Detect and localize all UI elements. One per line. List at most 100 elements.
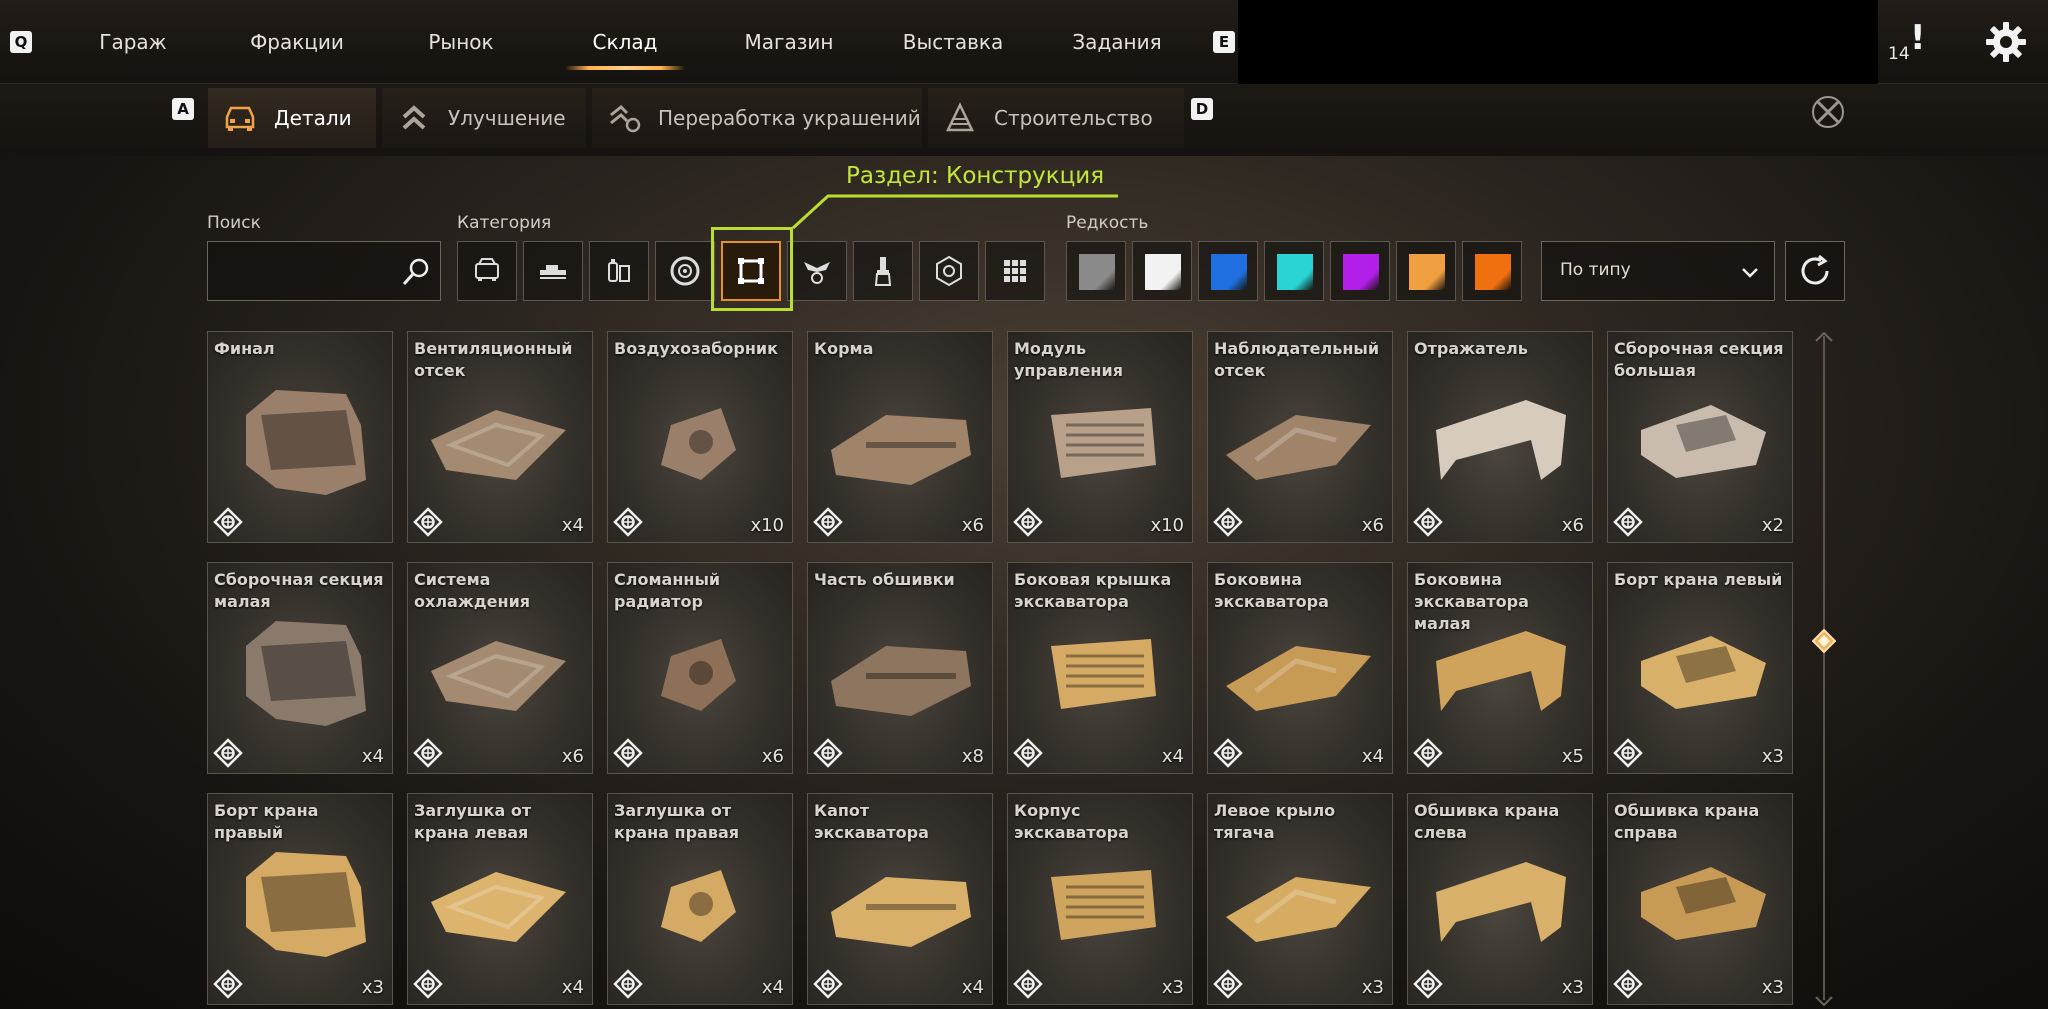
inventory-item-card[interactable]: Боковина экскаватора x4 [1207, 562, 1393, 774]
rarity-swatch [1145, 254, 1181, 290]
item-quantity: x3 [1761, 977, 1784, 998]
rarity-button-4[interactable] [1330, 241, 1390, 301]
item-name: Корма [814, 339, 874, 358]
resource-icon [936, 255, 962, 287]
scrollbar-track[interactable] [1823, 336, 1825, 1000]
item-part-image [431, 872, 566, 942]
recycle-icon [604, 98, 644, 138]
item-name: Борт крана правый [214, 801, 319, 842]
rarity-button-5[interactable] [1396, 241, 1456, 301]
frame-type-icon [213, 738, 243, 768]
inventory-item-card[interactable]: Сборочная секция малая x4 [207, 562, 393, 774]
inventory-item-card[interactable]: Боковая крышка экскаватора x4 [1007, 562, 1193, 774]
item-quantity: x4 [1161, 746, 1184, 767]
item-part-image [1641, 636, 1766, 709]
inventory-item-card[interactable]: Борт крана левый x3 [1607, 562, 1793, 774]
nav-tab-1[interactable]: Фракции [215, 0, 379, 84]
next-tab-key-hint[interactable]: E [1213, 31, 1235, 53]
close-icon[interactable] [1808, 92, 1848, 132]
item-quantity: x4 [561, 977, 584, 998]
item-part-image [246, 621, 366, 726]
inventory-item-card[interactable]: Заглушка от крана левая x4 [407, 793, 593, 1005]
nav-tab-0[interactable]: Гараж [51, 0, 215, 84]
prev-tab-key-hint[interactable]: Q [10, 31, 32, 53]
tab-details[interactable]: Детали [208, 88, 376, 148]
nav-tab-6[interactable]: Задания [1035, 0, 1199, 84]
inventory-item-card[interactable]: Обшивка крана слева x3 [1407, 793, 1593, 1005]
inventory-item-card[interactable]: Левое крыло тягача x3 [1207, 793, 1393, 1005]
all-grid-icon [1004, 260, 1026, 282]
category-button-paint-brush[interactable] [853, 241, 913, 301]
category-button-decor[interactable] [787, 241, 847, 301]
frame-type-icon [1213, 969, 1243, 999]
rarity-button-3[interactable] [1264, 241, 1324, 301]
nav-tab-5[interactable]: Выставка [871, 0, 1035, 84]
inventory-item-card[interactable]: Часть обшивки x8 [807, 562, 993, 774]
category-button-all-grid[interactable] [985, 241, 1045, 301]
item-name: Боковина экскаватора малая [1414, 570, 1529, 633]
rarity-button-1[interactable] [1132, 241, 1192, 301]
rarity-button-0[interactable] [1066, 241, 1126, 301]
inventory-item-card[interactable]: Воздухозаборник x10 [607, 331, 793, 543]
notification-icon[interactable]: ! [1910, 18, 1926, 58]
chevron-down-icon [1742, 268, 1758, 278]
frame-type-icon [613, 507, 643, 537]
tab-construction[interactable]: Строительство [928, 88, 1184, 148]
item-quantity: x2 [1761, 515, 1784, 536]
nav-tab-label: Гараж [99, 30, 167, 54]
category-button-resource[interactable] [919, 241, 979, 301]
category-button-weapon[interactable] [523, 241, 583, 301]
item-name: Боковина экскаватора [1214, 570, 1329, 611]
inventory-item-card[interactable]: Капот экскаватора x4 [807, 793, 993, 1005]
category-button-cabin[interactable] [457, 241, 517, 301]
item-quantity: x4 [1361, 746, 1384, 767]
refresh-button[interactable] [1785, 241, 1845, 301]
car-front-icon [220, 98, 260, 138]
category-highlight-annotation [711, 227, 793, 311]
inventory-item-card[interactable]: Модуль управления x10 [1007, 331, 1193, 543]
prev-subtab-key-hint[interactable]: A [172, 98, 194, 120]
inventory-item-card[interactable]: Отражатель x6 [1407, 331, 1593, 543]
scroll-up-icon[interactable] [1814, 330, 1834, 344]
rarity-button-6[interactable] [1462, 241, 1522, 301]
rarity-swatch [1277, 254, 1313, 290]
inventory-item-card[interactable]: Борт крана правый x3 [207, 793, 393, 1005]
inventory-item-card[interactable]: Заглушка от крана правая x4 [607, 793, 793, 1005]
inventory-item-card[interactable]: Корпус экскаватора x3 [1007, 793, 1193, 1005]
inventory-item-card[interactable]: Боковина экскаватора малая x5 [1407, 562, 1593, 774]
scrollbar-thumb[interactable] [1812, 629, 1836, 653]
category-button-wheel[interactable] [655, 241, 715, 301]
inventory-item-card[interactable]: Вентиляционный отсек x4 [407, 331, 593, 543]
nav-tab-2[interactable]: Рынок [379, 0, 543, 84]
search-input[interactable] [216, 256, 396, 286]
tab-upgrade[interactable]: Улучшение [382, 88, 586, 148]
item-name: Сборочная секция малая [214, 570, 384, 611]
inventory-item-card[interactable]: Обшивка крана справа x3 [1607, 793, 1793, 1005]
rarity-button-2[interactable] [1198, 241, 1258, 301]
notification-count[interactable]: 14 [1888, 44, 1910, 64]
search-icon[interactable] [400, 256, 432, 288]
inventory-item-card[interactable]: Сломанный радиатор x6 [607, 562, 793, 774]
category-button-module[interactable] [589, 241, 649, 301]
item-quantity: x4 [561, 515, 584, 536]
item-name: Сломанный радиатор [614, 570, 721, 611]
item-part-image [1436, 862, 1566, 942]
gear-icon[interactable] [1984, 20, 2028, 64]
inventory-item-card[interactable]: Сборочная секция большая x2 [1607, 331, 1793, 543]
nav-tab-4[interactable]: Магазин [707, 0, 871, 84]
inventory-item-card[interactable]: Система охлаждения x6 [407, 562, 593, 774]
item-part-image [1226, 877, 1371, 942]
next-subtab-key-hint[interactable]: D [1191, 98, 1213, 120]
section-annotation: Раздел: Конструкция [846, 163, 1105, 189]
active-tab-underline [565, 66, 685, 70]
nav-tab-label: Задания [1072, 30, 1162, 54]
inventory-item-card[interactable]: Корма x6 [807, 331, 993, 543]
search-field[interactable] [207, 241, 441, 301]
item-name: Наблюдательный отсек [1214, 339, 1380, 380]
scroll-down-icon[interactable] [1814, 994, 1834, 1008]
inventory-item-card[interactable]: Наблюдательный отсек x6 [1207, 331, 1393, 543]
inventory-item-card[interactable]: Финал [207, 331, 393, 543]
nav-tab-3[interactable]: Склад [543, 0, 707, 84]
tab-decor-recycling[interactable]: Переработка украшений [592, 88, 922, 148]
sort-dropdown[interactable]: По типу [1541, 241, 1775, 301]
